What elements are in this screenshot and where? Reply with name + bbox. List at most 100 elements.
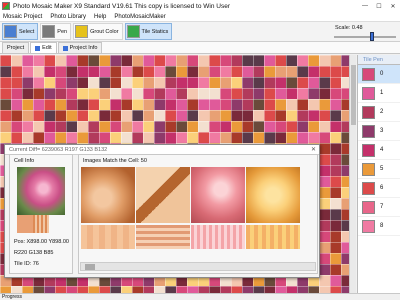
mosaic-tile[interactable] xyxy=(176,110,187,121)
mosaic-tile[interactable] xyxy=(132,66,143,77)
tab-project[interactable]: Project xyxy=(2,42,30,53)
mosaic-tile[interactable] xyxy=(55,110,66,121)
mosaic-tile[interactable] xyxy=(132,99,143,110)
mosaic-tile[interactable] xyxy=(330,99,341,110)
mosaic-tile[interactable] xyxy=(11,77,22,88)
dialog-close-icon[interactable]: ✕ xyxy=(311,146,316,153)
select-button[interactable]: Select xyxy=(2,23,39,40)
mosaic-tile[interactable] xyxy=(132,77,143,88)
mosaic-tile[interactable] xyxy=(110,66,121,77)
mosaic-tile[interactable] xyxy=(231,121,242,132)
mosaic-tile[interactable] xyxy=(319,209,330,220)
mosaic-tile[interactable] xyxy=(154,110,165,121)
mosaic-tile[interactable] xyxy=(44,286,55,293)
mosaic-tile[interactable] xyxy=(176,88,187,99)
mosaic-tile[interactable] xyxy=(330,198,341,209)
mosaic-tile[interactable] xyxy=(0,77,11,88)
mosaic-tile[interactable] xyxy=(297,77,308,88)
tile-pen-item[interactable]: 0 xyxy=(358,65,400,84)
mosaic-tile[interactable] xyxy=(55,88,66,99)
mosaic-tile[interactable] xyxy=(319,110,330,121)
mosaic-tile[interactable] xyxy=(330,275,341,286)
mosaic-tile[interactable] xyxy=(33,77,44,88)
mosaic-tile[interactable] xyxy=(132,121,143,132)
mosaic-tile[interactable] xyxy=(231,77,242,88)
mosaic-tile[interactable] xyxy=(275,77,286,88)
mosaic-tile[interactable] xyxy=(22,55,33,66)
mosaic-tile[interactable] xyxy=(308,99,319,110)
mosaic-tile[interactable] xyxy=(308,286,319,293)
mosaic-tile[interactable] xyxy=(0,88,11,99)
mosaic-tile[interactable] xyxy=(308,110,319,121)
mosaic-tile[interactable] xyxy=(297,88,308,99)
mosaic-tile[interactable] xyxy=(66,88,77,99)
mosaic-tile[interactable] xyxy=(77,121,88,132)
tile-pen-item[interactable]: 1 xyxy=(358,84,400,103)
mosaic-tile[interactable] xyxy=(187,132,198,143)
mosaic-tile[interactable] xyxy=(22,121,33,132)
mosaic-tile[interactable] xyxy=(143,88,154,99)
mosaic-tile[interactable] xyxy=(110,99,121,110)
mosaic-tile[interactable] xyxy=(66,66,77,77)
mosaic-tile[interactable] xyxy=(319,220,330,231)
mosaic-tile[interactable] xyxy=(132,132,143,143)
mosaic-tile[interactable] xyxy=(198,132,209,143)
mosaic-tile[interactable] xyxy=(330,242,341,253)
mosaic-tile[interactable] xyxy=(11,286,22,293)
tile-pen-item[interactable]: 3 xyxy=(358,122,400,141)
mosaic-tile[interactable] xyxy=(33,55,44,66)
mosaic-tile[interactable] xyxy=(275,110,286,121)
mosaic-tile[interactable] xyxy=(165,66,176,77)
mosaic-tile[interactable] xyxy=(143,121,154,132)
mosaic-tile[interactable] xyxy=(209,110,220,121)
mosaic-tile[interactable] xyxy=(264,66,275,77)
mosaic-tile[interactable] xyxy=(319,253,330,264)
mosaic-tile[interactable] xyxy=(121,88,132,99)
mosaic-tile[interactable] xyxy=(187,77,198,88)
mosaic-tile[interactable] xyxy=(66,77,77,88)
mosaic-tile[interactable] xyxy=(253,55,264,66)
mosaic-tile[interactable] xyxy=(33,132,44,143)
mosaic-tile[interactable] xyxy=(55,66,66,77)
mosaic-tile[interactable] xyxy=(110,286,121,293)
mosaic-tile[interactable] xyxy=(330,286,341,293)
mosaic-tile[interactable] xyxy=(330,77,341,88)
menu-photo-library[interactable]: Photo Library xyxy=(50,14,86,20)
mosaic-tile[interactable] xyxy=(77,99,88,110)
mosaic-tile[interactable] xyxy=(22,110,33,121)
mosaic-tile[interactable] xyxy=(88,77,99,88)
mosaic-tile[interactable] xyxy=(220,66,231,77)
mosaic-tile[interactable] xyxy=(231,110,242,121)
mosaic-tile[interactable] xyxy=(99,77,110,88)
mosaic-tile[interactable] xyxy=(253,99,264,110)
mosaic-tile[interactable] xyxy=(77,286,88,293)
mosaic-tile[interactable] xyxy=(319,88,330,99)
mosaic-tile[interactable] xyxy=(110,121,121,132)
mosaic-tile[interactable] xyxy=(330,143,341,154)
mosaic-tile[interactable] xyxy=(330,66,341,77)
mosaic-tile[interactable] xyxy=(44,110,55,121)
mosaic-tile[interactable] xyxy=(220,110,231,121)
tile-pen-item[interactable]: 2 xyxy=(358,103,400,122)
mosaic-tile[interactable] xyxy=(253,110,264,121)
mosaic-tile[interactable] xyxy=(319,242,330,253)
mosaic-tile[interactable] xyxy=(55,286,66,293)
mosaic-tile[interactable] xyxy=(33,99,44,110)
mosaic-tile[interactable] xyxy=(231,99,242,110)
mosaic-tile[interactable] xyxy=(286,286,297,293)
mosaic-tile[interactable] xyxy=(242,99,253,110)
mosaic-tile[interactable] xyxy=(99,286,110,293)
mosaic-tile[interactable] xyxy=(0,110,11,121)
mosaic-tile[interactable] xyxy=(319,143,330,154)
tile-pen-item[interactable]: 6 xyxy=(358,179,400,198)
tile-pen-item[interactable]: 5 xyxy=(358,160,400,179)
mosaic-tile[interactable] xyxy=(275,55,286,66)
mosaic-tile[interactable] xyxy=(319,99,330,110)
mosaic-tile[interactable] xyxy=(330,121,341,132)
mosaic-tile[interactable] xyxy=(66,121,77,132)
mosaic-tile[interactable] xyxy=(330,231,341,242)
mosaic-tile[interactable] xyxy=(11,99,22,110)
mosaic-tile[interactable] xyxy=(0,99,11,110)
mosaic-tile[interactable] xyxy=(198,121,209,132)
mosaic-tile[interactable] xyxy=(22,132,33,143)
